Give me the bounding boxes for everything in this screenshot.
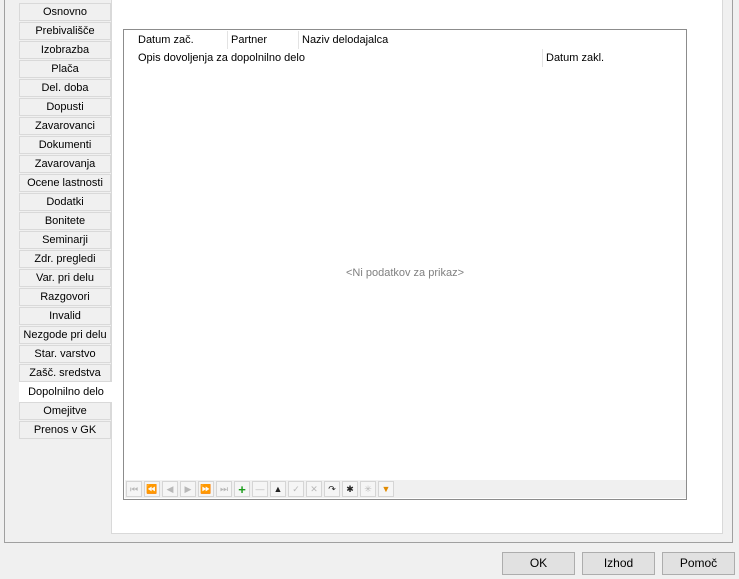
refresh-icon[interactable]: ↷	[324, 481, 340, 497]
cancel-edit-icon[interactable]: ✕	[306, 481, 322, 497]
tab-dodatki[interactable]: Dodatki	[19, 193, 111, 211]
tab-ocene-lastnosti[interactable]: Ocene lastnosti	[19, 174, 111, 192]
grid-header-row-2: Opis dovoljenja za dopolnilno delo Datum…	[135, 49, 643, 67]
first-record-icon[interactable]: ⏮	[126, 481, 142, 497]
tab-zdr-pregledi[interactable]: Zdr. pregledi	[19, 250, 111, 268]
grid-header-row-1: Datum zač. Partner Naziv delodajalca	[135, 31, 419, 49]
tab-zavarovanci[interactable]: Zavarovanci	[19, 117, 111, 135]
tab-nezgode-pri-delu[interactable]: Nezgode pri delu	[19, 326, 111, 344]
tab-invalid[interactable]: Invalid	[19, 307, 111, 325]
help-button[interactable]: Pomoč	[662, 552, 735, 575]
column-header-partner[interactable]: Partner	[228, 31, 299, 49]
add-record-icon[interactable]: +	[234, 481, 250, 497]
post-edit-icon[interactable]: ✓	[288, 481, 304, 497]
tab-bonitete[interactable]: Bonitete	[19, 212, 111, 230]
tab-razgovori[interactable]: Razgovori	[19, 288, 111, 306]
tab-del-doba[interactable]: Del. doba	[19, 79, 111, 97]
ok-button[interactable]: OK	[502, 552, 575, 575]
tab-zavarovanja[interactable]: Zavarovanja	[19, 155, 111, 173]
column-header-opis-dovoljenja[interactable]: Opis dovoljenja za dopolnilno delo	[135, 49, 543, 67]
prev-page-icon[interactable]: ⏪	[144, 481, 160, 497]
tab-dopusti[interactable]: Dopusti	[19, 98, 111, 116]
tab-zašč-sredstva[interactable]: Zašč. sredstva	[19, 364, 111, 382]
empty-grid-message: <Ni podatkov za prikaz>	[345, 267, 464, 279]
next-page-icon[interactable]: ⏩	[198, 481, 214, 497]
tab-izobrazba[interactable]: Izobrazba	[19, 41, 111, 59]
column-header-datum-zakl[interactable]: Datum zakl.	[543, 49, 643, 67]
tab-omejitve[interactable]: Omejitve	[19, 402, 111, 420]
delete-record-icon[interactable]: —	[252, 481, 268, 497]
next-record-icon[interactable]: ▶	[180, 481, 196, 497]
tab-var-pri-delu[interactable]: Var. pri delu	[19, 269, 111, 287]
bookmark-icon[interactable]: ✱	[342, 481, 358, 497]
edit-record-icon[interactable]: ▲	[270, 481, 286, 497]
goto-bookmark-icon[interactable]: ✳	[360, 481, 376, 497]
data-grid[interactable]: Datum zač. Partner Naziv delodajalca Opi…	[123, 29, 687, 500]
tab-prenos-v-gk[interactable]: Prenos v GK	[19, 421, 111, 439]
tab-plača[interactable]: Plača	[19, 60, 111, 78]
column-header-datum-zac[interactable]: Datum zač.	[135, 31, 228, 49]
column-header-naziv-delodajalca[interactable]: Naziv delodajalca	[299, 31, 419, 49]
exit-button[interactable]: Izhod	[582, 552, 655, 575]
tab-list: Osnovno Prebivališče Izobrazba Plača Del. do…	[19, 3, 113, 440]
tab-dopolnilno-delo[interactable]: Dopolnilno delo	[19, 382, 113, 402]
tab-prebivališče[interactable]: Prebivališče	[19, 22, 111, 40]
tab-seminarji[interactable]: Seminarji	[19, 231, 111, 249]
prev-record-icon[interactable]: ◀	[162, 481, 178, 497]
tab-dokumenti[interactable]: Dokumenti	[19, 136, 111, 154]
tab-osnovno[interactable]: Osnovno	[19, 3, 111, 21]
tab-star-varstvo[interactable]: Star. varstvo	[19, 345, 111, 363]
grid-navigator: ⏮ ⏪ ◀ ▶ ⏩ ⏭ + — ▲ ✓ ✕ ↷ ✱ ✳ ▼	[125, 480, 686, 498]
last-record-icon[interactable]: ⏭	[216, 481, 232, 497]
filter-icon[interactable]: ▼	[378, 481, 394, 497]
